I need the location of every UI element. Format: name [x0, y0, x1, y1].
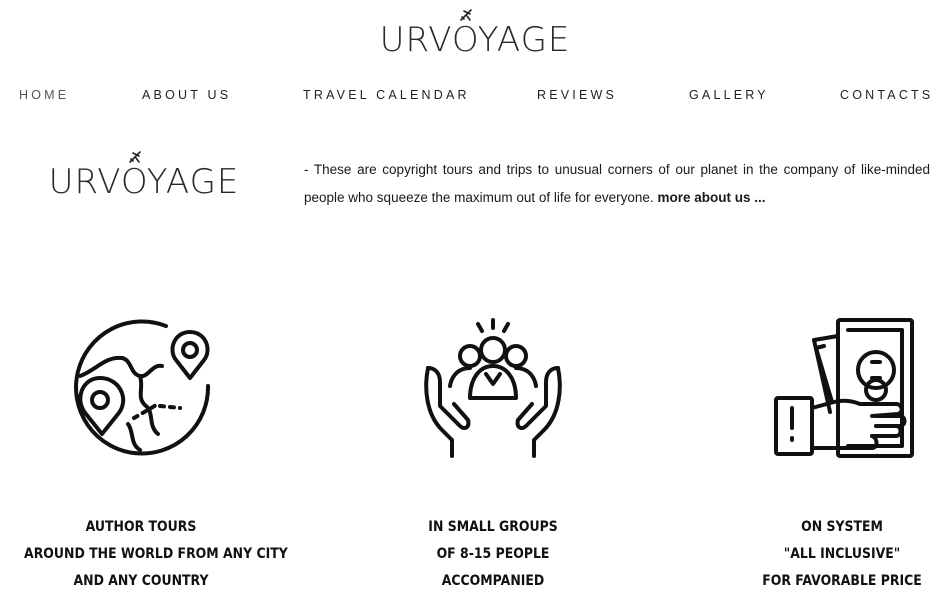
more-about-us-link[interactable]: more about us ... — [657, 190, 765, 205]
intro-text: - These are copyright tours and trips to… — [304, 162, 930, 205]
site-logo[interactable]: URVOYAGE — [377, 6, 573, 60]
logo-wordmark: URVOYAGE — [379, 20, 571, 60]
feature-caption-small-groups: IN SMALL GROUPS OF 8-15 PEOPLE ACCOMPANI… — [398, 514, 589, 589]
hands-holding-group-icon — [424, 318, 562, 458]
nav-item-reviews[interactable]: REVIEWS — [537, 88, 617, 102]
feature-line: AND ANY COUNTRY — [73, 573, 209, 589]
feature-line: ACCOMPANIED — [441, 573, 545, 589]
about-logo: URVOYAGE — [46, 148, 242, 202]
feature-line: AROUND THE WORLD FROM ANY CITY — [24, 546, 288, 562]
feature-line: IN SMALL GROUPS — [428, 519, 558, 535]
globe-map-pins-icon — [74, 319, 211, 456]
hand-with-money-icon — [774, 318, 914, 458]
intro-paragraph: - These are copyright tours and trips to… — [304, 156, 930, 212]
nav-item-home[interactable]: HOME — [19, 88, 69, 102]
feature-line: ON SYSTEM — [801, 519, 883, 535]
feature-line: "ALL INCLUSIVE" — [783, 546, 901, 562]
main-nav: HOME ABOUT US TRAVEL CALENDAR REVIEWS GA… — [0, 88, 933, 110]
feature-caption-author-tours: AUTHOR TOURS AROUND THE WORLD FROM ANY C… — [24, 514, 288, 589]
nav-item-about-us[interactable]: ABOUT US — [142, 88, 231, 102]
feature-line: OF 8-15 PEOPLE — [436, 546, 550, 562]
nav-item-gallery[interactable]: GALLERY — [689, 88, 769, 102]
feature-line: FOR FAVORABLE PRICE — [762, 573, 922, 589]
logo-wordmark: URVOYAGE — [48, 162, 240, 202]
feature-caption-all-inclusive: ON SYSTEM "ALL INCLUSIVE" FOR FAVORABLE … — [751, 514, 933, 589]
nav-item-travel-calendar[interactable]: TRAVEL CALENDAR — [303, 88, 470, 102]
nav-item-contacts[interactable]: CONTACTS — [840, 88, 933, 102]
feature-line: AUTHOR TOURS — [85, 519, 197, 535]
